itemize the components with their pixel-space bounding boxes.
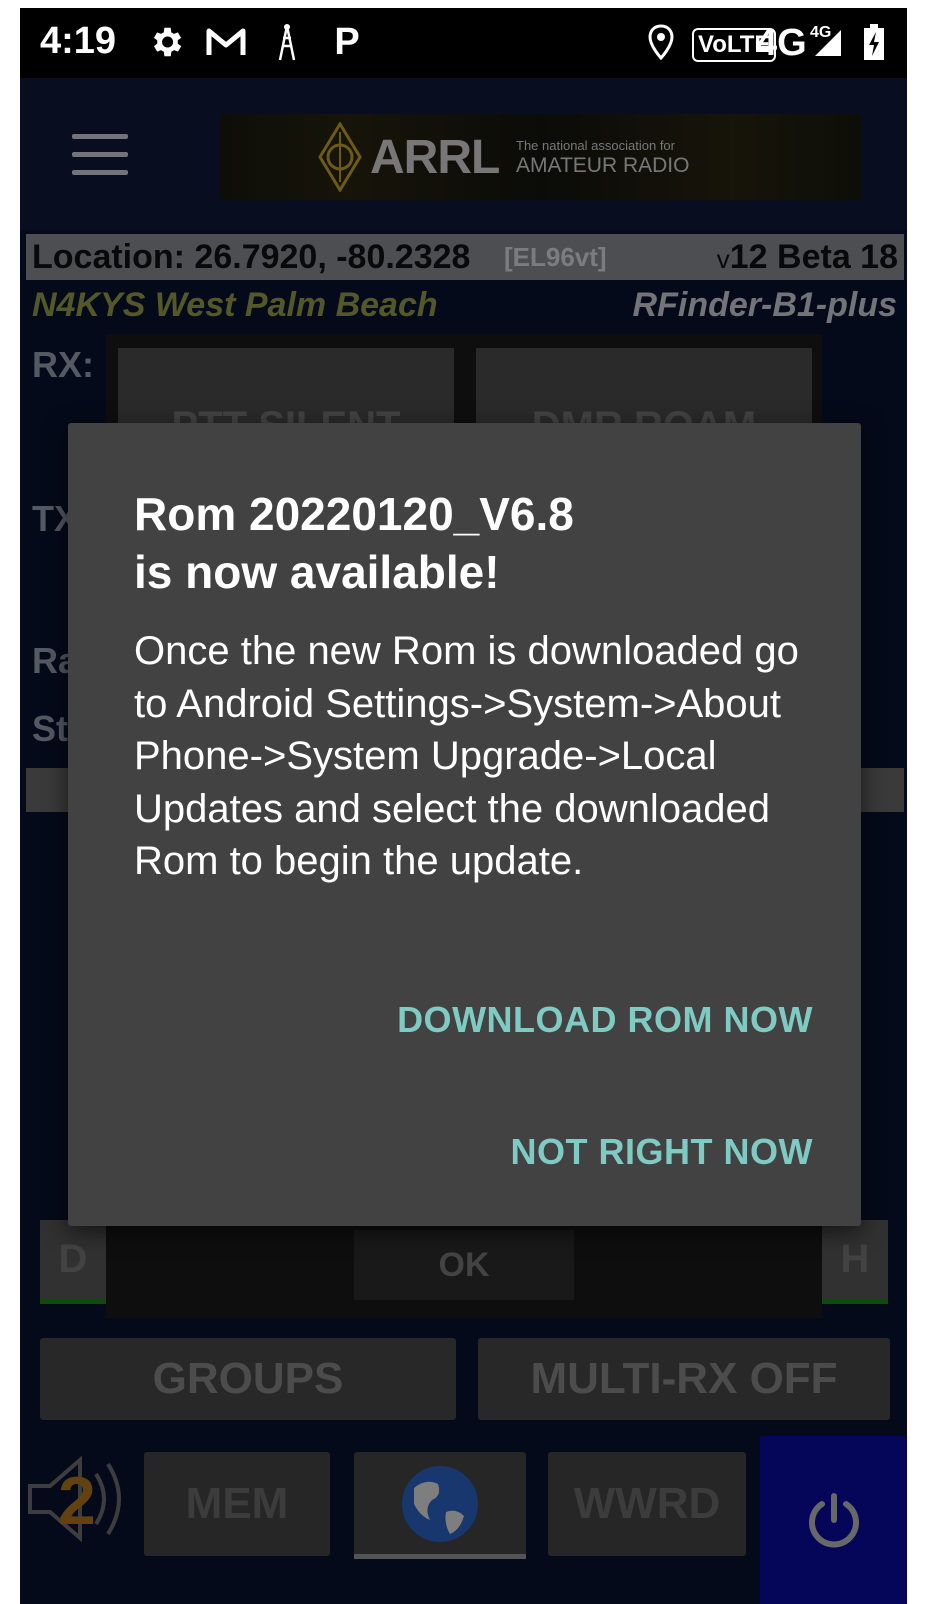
gear-icon (146, 22, 186, 62)
gmail-icon (204, 22, 248, 62)
status-time: 4:19 (40, 20, 117, 62)
radio-tower-icon (270, 22, 304, 62)
battery-icon (862, 22, 886, 62)
location-icon (646, 22, 676, 62)
signal-icon (812, 22, 844, 62)
network-type: 4G (756, 22, 807, 64)
parking-icon: P (334, 20, 360, 63)
update-dialog: Rom 20220120_V6.8 is now available! Once… (68, 423, 861, 1226)
not-right-now-button[interactable]: NOT RIGHT NOW (511, 1131, 813, 1173)
dialog-title-line1: Rom 20220120_V6.8 (134, 488, 574, 540)
download-rom-button[interactable]: DOWNLOAD ROM NOW (397, 999, 813, 1041)
dialog-title: Rom 20220120_V6.8 is now available! (134, 485, 814, 601)
phone-screen: 4:19 P VoLTE 4G 4G ARRL The national ass… (20, 8, 907, 1604)
dialog-message: Once the new Rom is downloaded go to And… (134, 629, 799, 883)
status-bar: 4:19 P VoLTE 4G 4G (20, 8, 907, 78)
dialog-title-line2: is now available! (134, 546, 500, 598)
